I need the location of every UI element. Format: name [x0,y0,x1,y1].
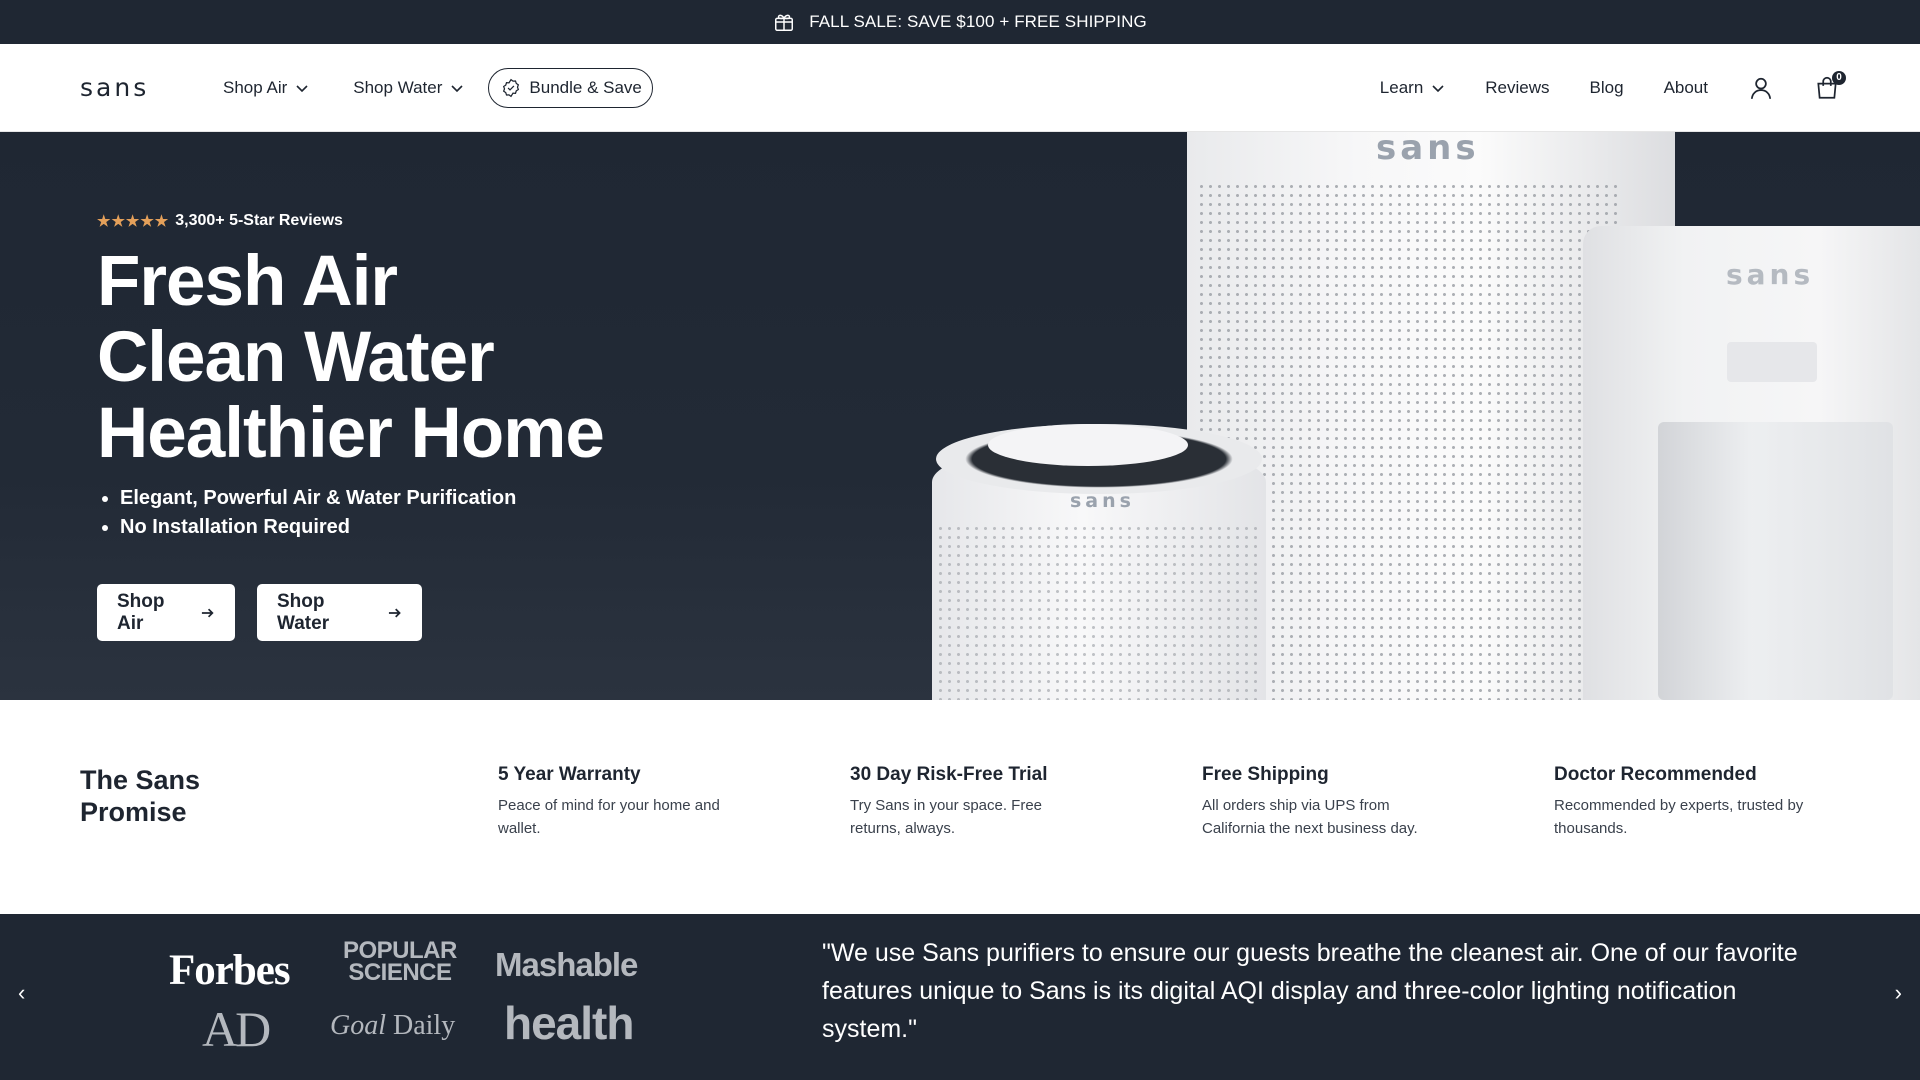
bundle-save-button[interactable]: Bundle & Save [488,67,653,108]
rating-row: ★★★★★ 3,300+ 5-Star Reviews [97,212,604,230]
nav-shop-air[interactable]: Shop Air [223,78,309,98]
chevron-down-icon [451,84,463,92]
feature-doctor: Doctor Recommended Recommended by expert… [1554,764,1824,840]
press-quote: "We use Sans purifiers to ensure our gue… [822,939,1798,1043]
promise-title-line-1: The Sans [80,765,201,795]
promise-section: The Sans Promise 5 Year Warranty Peace o… [0,700,1920,914]
carousel-next-button[interactable]: › [1895,980,1902,1006]
nav-reviews-label: Reviews [1485,77,1550,97]
feature-text: Recommended by experts, trusted by thous… [1554,797,1804,837]
headline-line-1: Fresh Air [97,242,398,321]
hero-text: ★★★★★ 3,300+ 5-Star Reviews Fresh Air Cl… [97,212,605,641]
site-header: sans Shop Air Shop Water Bundle & Save L… [0,44,1920,132]
press-logos: Forbes POPULAR SCIENCE Mashable AD Goal … [160,939,660,1060]
cta-row: Shop Air Shop Water [97,584,604,641]
nav-blog-label: Blog [1589,77,1624,97]
chevron-down-icon [1432,84,1444,92]
press-section: ‹ Forbes POPULAR SCIENCE Mashable AD Goa… [0,914,1920,1080]
shop-water-button[interactable]: Shop Water [257,584,422,641]
feature-text: All orders ship via UPS from California … [1202,797,1418,837]
promise-title: The Sans Promise [80,764,200,828]
nav-reviews[interactable]: Reviews [1485,78,1549,98]
mashable-logo: Mashable [495,946,638,983]
dispenser-brand-mark: sans [1726,258,1815,291]
tower-brand-mark: sans [1376,132,1480,168]
feature-warranty: 5 Year Warranty Peace of mind for your h… [498,764,748,840]
nav-about-label: About [1663,77,1708,97]
feature-title: 5 Year Warranty [498,764,641,785]
goal-daily-word: Daily [393,1010,456,1041]
ad-logo: AD [202,1001,271,1057]
cart-button[interactable]: 0 [1814,70,1846,101]
feature-trial: 30 Day Risk-Free Trial Try Sans in your … [850,764,1060,840]
badge-check-icon [503,78,520,97]
star-rating-icon: ★★★★★ [97,213,170,230]
arrow-right-icon [388,608,401,617]
goal-daily-logo: Goal Daily [330,1010,455,1042]
rating-text: 3,300+ 5-Star Reviews [175,212,343,229]
hero-bullet: No Installation Required [97,513,604,542]
popular-science-logo: POPULAR SCIENCE [343,939,457,986]
feature-title: Doctor Recommended [1554,764,1757,785]
feature-title: Free Shipping [1202,764,1329,785]
feature-text: Peace of mind for your home and wallet. [498,797,720,837]
hero-bullet: Elegant, Powerful Air & Water Purificati… [97,484,604,513]
health-logo: health [504,997,634,1049]
logo[interactable]: sans [80,73,223,102]
nav-right: Learn Reviews Blog About 0 [1380,70,1846,101]
account-button[interactable] [1748,75,1774,101]
shop-water-button-label: Shop Water [277,590,330,634]
announcement-text: FALL SALE: SAVE $100 + FREE SHIPPING [809,12,1147,31]
nav-shop-water[interactable]: Shop Water [353,78,464,98]
small-purifier-grille [936,524,1262,700]
arrow-right-icon [201,608,214,617]
nav-about[interactable]: About [1664,78,1708,98]
cart-count-badge: 0 [1832,70,1846,85]
hero-headline: Fresh Air Clean Water Healthier Home [97,242,605,473]
hero-bullets: Elegant, Powerful Air & Water Purificati… [97,484,604,542]
nav-blog[interactable]: Blog [1590,78,1624,98]
feature-text: Try Sans in your space. Free returns, al… [850,797,1043,837]
shop-air-button-label: Shop Air [117,590,165,634]
chevron-down-icon [296,84,308,92]
popular-science-line-2: SCIENCE [348,959,452,986]
user-icon [1750,77,1772,99]
headline-line-3: Healthier Home [97,394,605,473]
dispenser-tank [1658,422,1893,700]
gift-icon [775,14,794,31]
nav-shop-air-label: Shop Air [223,77,288,97]
hero-section: sans sans sans ★★★★★ 3,300+ 5-Star Revie… [0,132,1920,700]
feature-shipping: Free Shipping All orders ship via UPS fr… [1202,764,1432,840]
dispenser-spout [1727,342,1817,382]
shop-air-button[interactable]: Shop Air [97,584,235,641]
small-purifier-cap [988,424,1188,466]
nav-left: Shop Air Shop Water Bundle & Save [223,67,653,108]
headline-line-2: Clean Water [97,318,495,397]
small-purifier-brand-mark: sans [1070,490,1135,512]
nav-learn[interactable]: Learn [1380,78,1445,98]
announcement-bar: FALL SALE: SAVE $100 + FREE SHIPPING [0,0,1920,44]
promise-title-line-2: Promise [80,797,187,827]
carousel-prev-button[interactable]: ‹ [18,980,25,1006]
forbes-logo: Forbes [169,947,291,994]
goal-daily-script: Goal [330,1010,386,1041]
nav-shop-water-label: Shop Water [353,77,443,97]
bundle-save-label: Bundle & Save [529,77,642,97]
nav-learn-label: Learn [1379,77,1424,97]
feature-title: 30 Day Risk-Free Trial [850,764,1048,785]
